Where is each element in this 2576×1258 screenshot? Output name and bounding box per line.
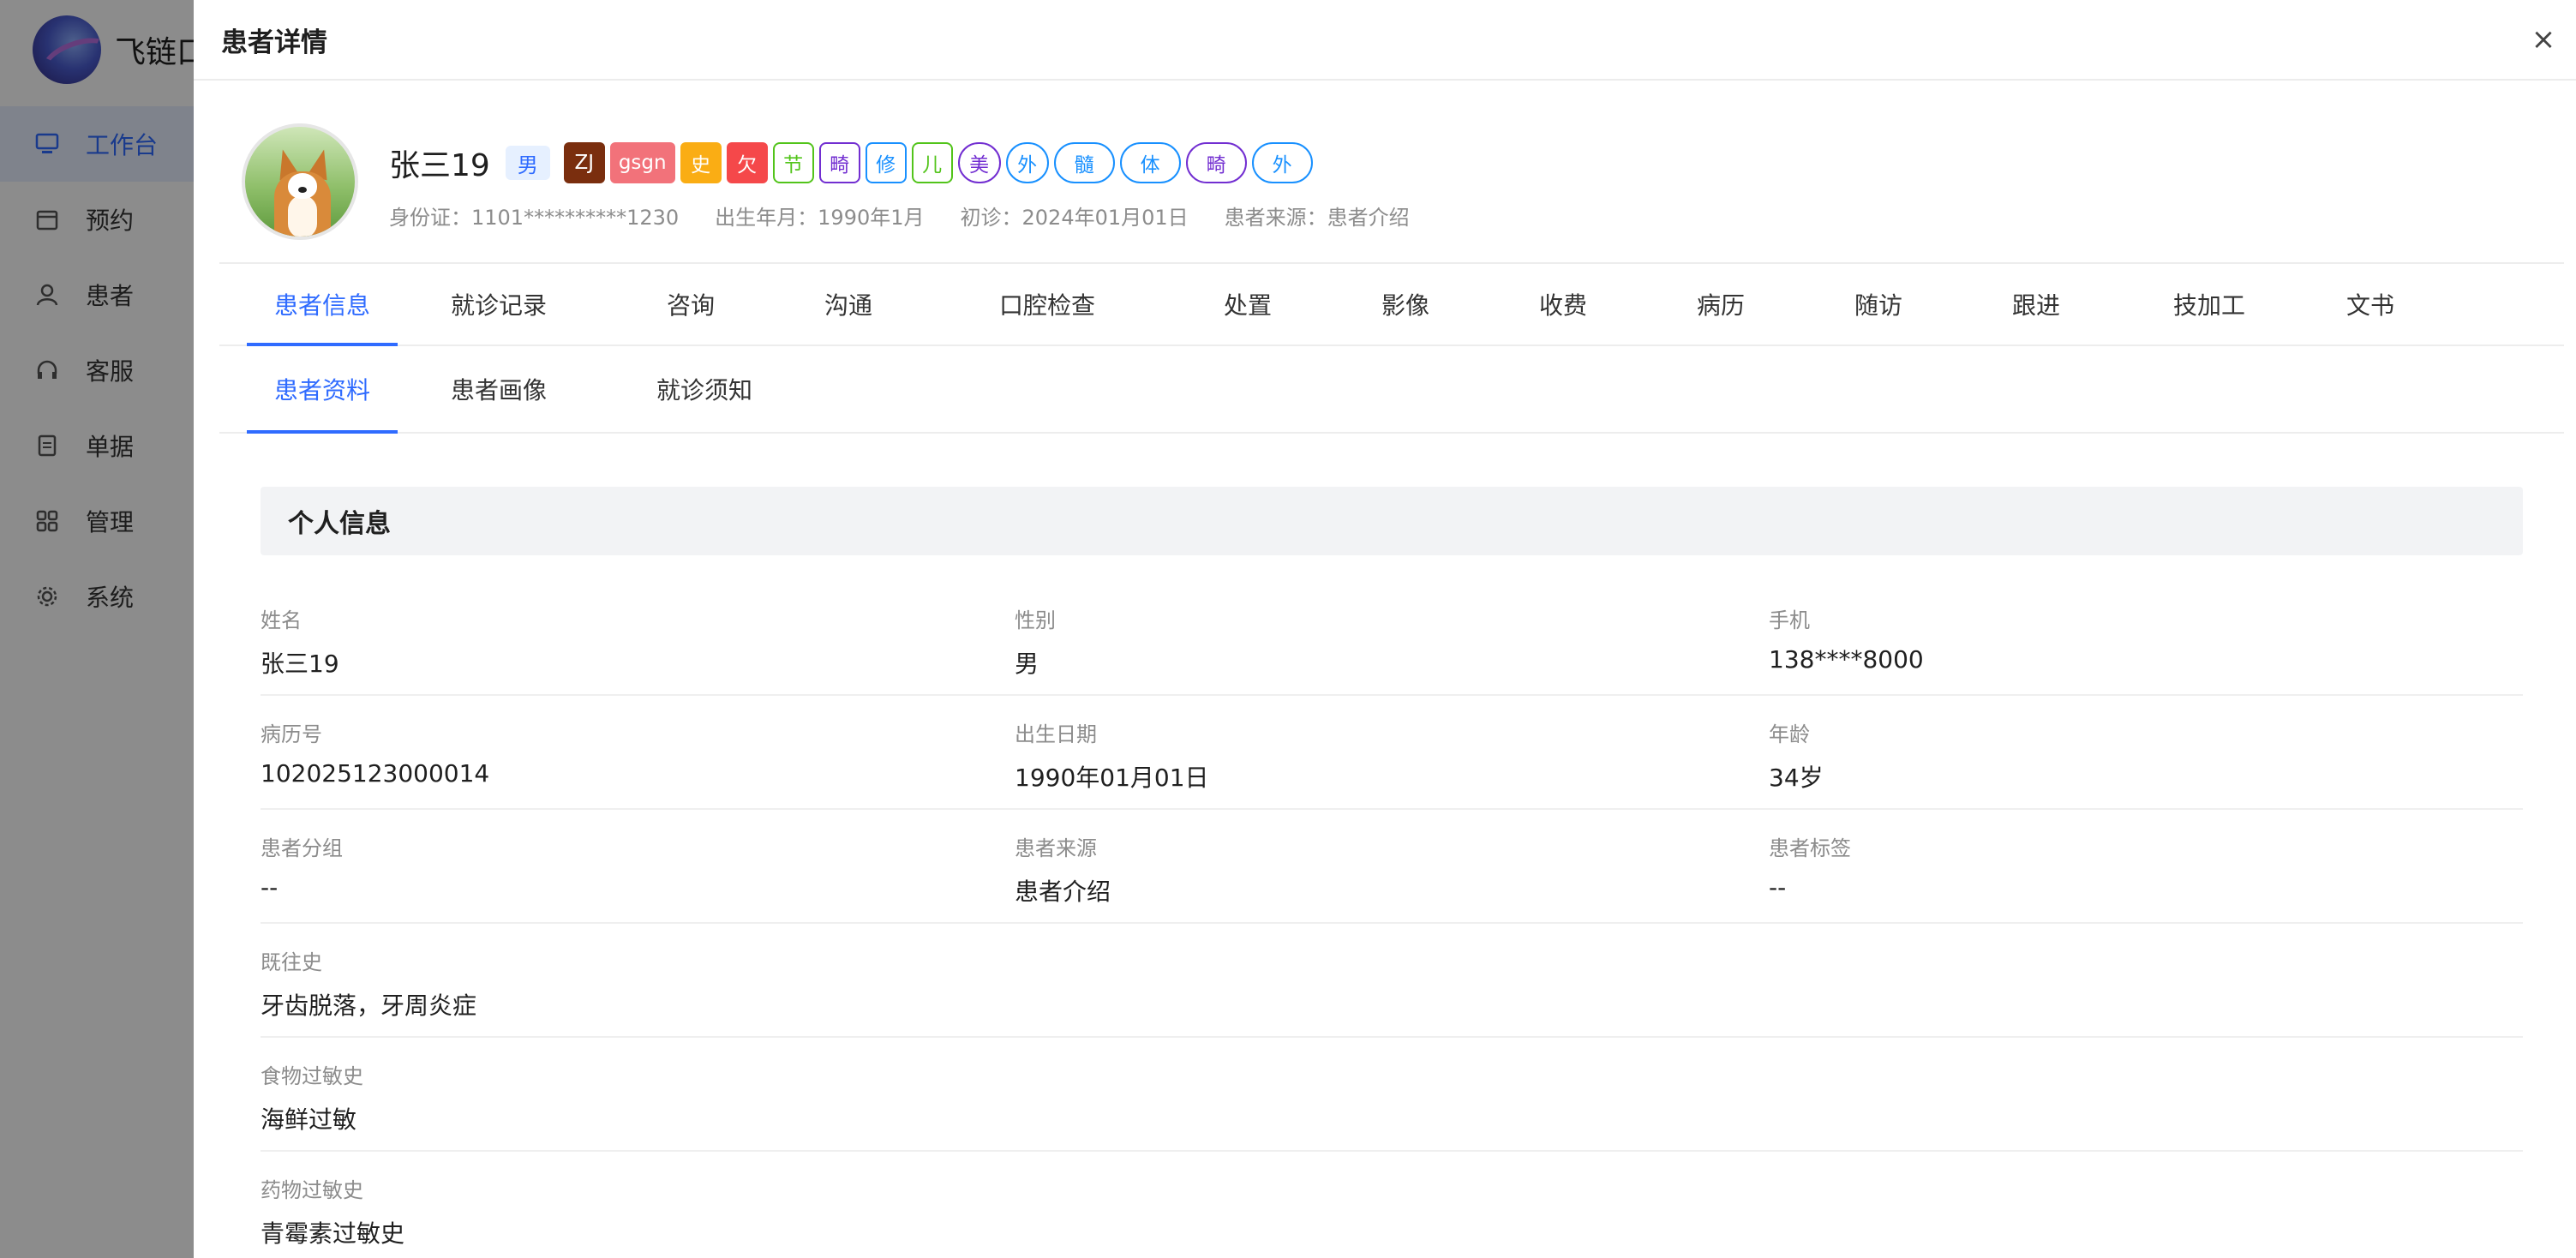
field-label: 手机 — [1769, 608, 1810, 632]
field-label: 食物过敏史 — [261, 1064, 363, 1088]
patient-tag: ZJ — [563, 142, 605, 183]
field-patient-group: 患者分组 -- — [261, 811, 343, 902]
patient-tag: 美 — [957, 142, 1001, 183]
patient-tag: gsgn — [609, 142, 675, 183]
tab-patient-profile[interactable]: 患者资料 — [247, 346, 398, 434]
tab-documents[interactable]: 文书 — [2327, 264, 2413, 344]
tab-visit-records[interactable]: 就诊记录 — [428, 264, 569, 344]
patient-detail-drawer: 患者详情 × 张三19 男 ZJ gsgn 史欠节畸修儿美外髓体畸外 身份证：110… — [194, 0, 2576, 1258]
patient-tag: 欠 — [726, 142, 768, 183]
field-label: 患者标签 — [1769, 836, 1851, 860]
tab-treatment[interactable]: 处置 — [1205, 264, 1291, 344]
field-patient-source: 患者来源 患者介绍 — [1015, 811, 1111, 908]
first-visit-text: 初诊：2024年01月01日 — [960, 206, 1189, 230]
tab-oral-exam[interactable]: 口腔检查 — [972, 264, 1123, 344]
tab-visit-notice[interactable]: 就诊须知 — [634, 346, 775, 432]
source-text: 患者来源：患者介绍 — [1224, 206, 1410, 230]
field-record-number: 病历号 102025123000014 — [261, 697, 489, 788]
field-value: 102025123000014 — [261, 759, 490, 788]
field-phone: 手机 138****8000 — [1769, 583, 1924, 674]
tab-follow-up[interactable]: 跟进 — [1993, 264, 2079, 344]
sub-tabs: 患者资料 患者画像 就诊须知 — [219, 346, 2564, 434]
avatar — [242, 123, 358, 240]
field-medical-history: 既往史 牙齿脱落，牙周炎症 — [261, 925, 476, 1021]
field-value: 青霉素过敏史 — [261, 1219, 405, 1248]
field-drug-allergy: 药物过敏史 青霉素过敏史 — [261, 1153, 404, 1249]
patient-meta: 身份证：1101**********1230 出生年月：1990年1月 初诊：2… — [389, 201, 1446, 231]
tab-lab-work[interactable]: 技加工 — [2149, 264, 2269, 344]
field-birth-date: 出生日期 1990年01月01日 — [1015, 697, 1209, 794]
field-value: 患者介绍 — [1015, 878, 1111, 906]
field-value: 海鲜过敏 — [261, 1105, 357, 1134]
tab-follow-up-visit[interactable]: 随访 — [1836, 264, 1921, 344]
field-row: 食物过敏史 海鲜过敏 — [261, 1039, 2523, 1152]
field-label: 性别 — [1015, 608, 1056, 632]
field-label: 年龄 — [1769, 722, 1810, 746]
field-value: 1990年01月01日 — [1015, 764, 1209, 792]
field-food-allergy: 食物过敏史 海鲜过敏 — [261, 1039, 363, 1135]
field-label: 姓名 — [261, 608, 302, 632]
field-row: 姓名 张三19 性别 男 手机 138****8000 — [261, 583, 2523, 696]
patient-tag: 畸 — [1185, 142, 1247, 183]
field-label: 药物过敏史 — [261, 1178, 363, 1202]
field-row: 患者分组 -- 患者来源 患者介绍 患者标签 -- — [261, 811, 2523, 924]
field-value: 牙齿脱落，牙周炎症 — [261, 991, 477, 1020]
patient-tag: 儿 — [911, 142, 953, 183]
patient-tag: 修 — [865, 142, 907, 183]
section-title: 个人信息 — [261, 487, 2523, 555]
field-patient-tags: 患者标签 -- — [1769, 811, 1851, 902]
field-age: 年龄 34岁 — [1769, 697, 1824, 794]
birth-month-text: 出生年月：1990年1月 — [715, 206, 925, 230]
field-name: 姓名 张三19 — [261, 583, 339, 680]
tab-imaging[interactable]: 影像 — [1363, 264, 1448, 344]
patient-header: 张三19 男 ZJ gsgn 史欠节畸修儿美外髓体畸外 身份证：1101******… — [242, 123, 1446, 240]
field-row: 病历号 102025123000014 出生日期 1990年01月01日 年龄 … — [261, 697, 2523, 810]
tab-consult[interactable]: 咨询 — [648, 264, 734, 344]
tab-medical-record[interactable]: 病历 — [1678, 264, 1764, 344]
patient-tag: 髓 — [1053, 142, 1115, 183]
field-label: 出生日期 — [1015, 722, 1097, 746]
close-icon[interactable]: × — [2526, 22, 2561, 57]
patient-tag: 外 — [1005, 142, 1049, 183]
patient-tag: 史 — [680, 142, 722, 183]
field-value: 34岁 — [1769, 764, 1824, 792]
drawer-title: 患者详情 — [221, 27, 327, 58]
tab-patient-portrait[interactable]: 患者画像 — [428, 346, 569, 432]
main-tabs: 患者信息 就诊记录 咨询 沟通 口腔检查 处置 影像 收费 病历 随访 跟进 技… — [219, 262, 2564, 346]
patient-tag-list: ZJ gsgn 史欠节畸修儿美外髓体畸外 — [563, 142, 1318, 183]
field-value: 男 — [1015, 650, 1039, 678]
patient-tag: 节 — [772, 142, 814, 183]
field-label: 病历号 — [261, 722, 322, 746]
field-label: 既往史 — [261, 950, 322, 974]
drawer-header: 患者详情 × — [194, 0, 2576, 81]
name-row: 张三19 男 ZJ gsgn 史欠节畸修儿美外髓体畸外 — [389, 141, 1446, 185]
patient-tag: 畸 — [818, 142, 860, 183]
tab-patient-info[interactable]: 患者信息 — [247, 264, 398, 346]
field-label: 患者来源 — [1015, 836, 1097, 860]
field-value: 138****8000 — [1769, 645, 1924, 674]
field-row: 既往史 牙齿脱落，牙周炎症 — [261, 925, 2523, 1038]
field-value: 张三19 — [261, 650, 339, 678]
modal-overlay[interactable] — [0, 0, 194, 1258]
tab-charges[interactable]: 收费 — [1520, 264, 1606, 344]
tab-communication[interactable]: 沟通 — [806, 264, 891, 344]
field-gender: 性别 男 — [1015, 583, 1056, 680]
patient-summary: 张三19 男 ZJ gsgn 史欠节畸修儿美外髓体畸外 身份证：1101******… — [389, 123, 1446, 240]
field-label: 患者分组 — [261, 836, 343, 860]
patient-tag: 外 — [1251, 142, 1313, 183]
patient-name: 张三19 — [389, 148, 490, 183]
field-value: -- — [1769, 873, 1787, 902]
id-card-text: 身份证：1101**********1230 — [389, 206, 680, 230]
field-value: -- — [261, 873, 279, 902]
gender-badge: 男 — [505, 146, 550, 180]
field-row: 药物过敏史 青霉素过敏史 — [261, 1153, 2523, 1258]
patient-tag: 体 — [1119, 142, 1181, 183]
